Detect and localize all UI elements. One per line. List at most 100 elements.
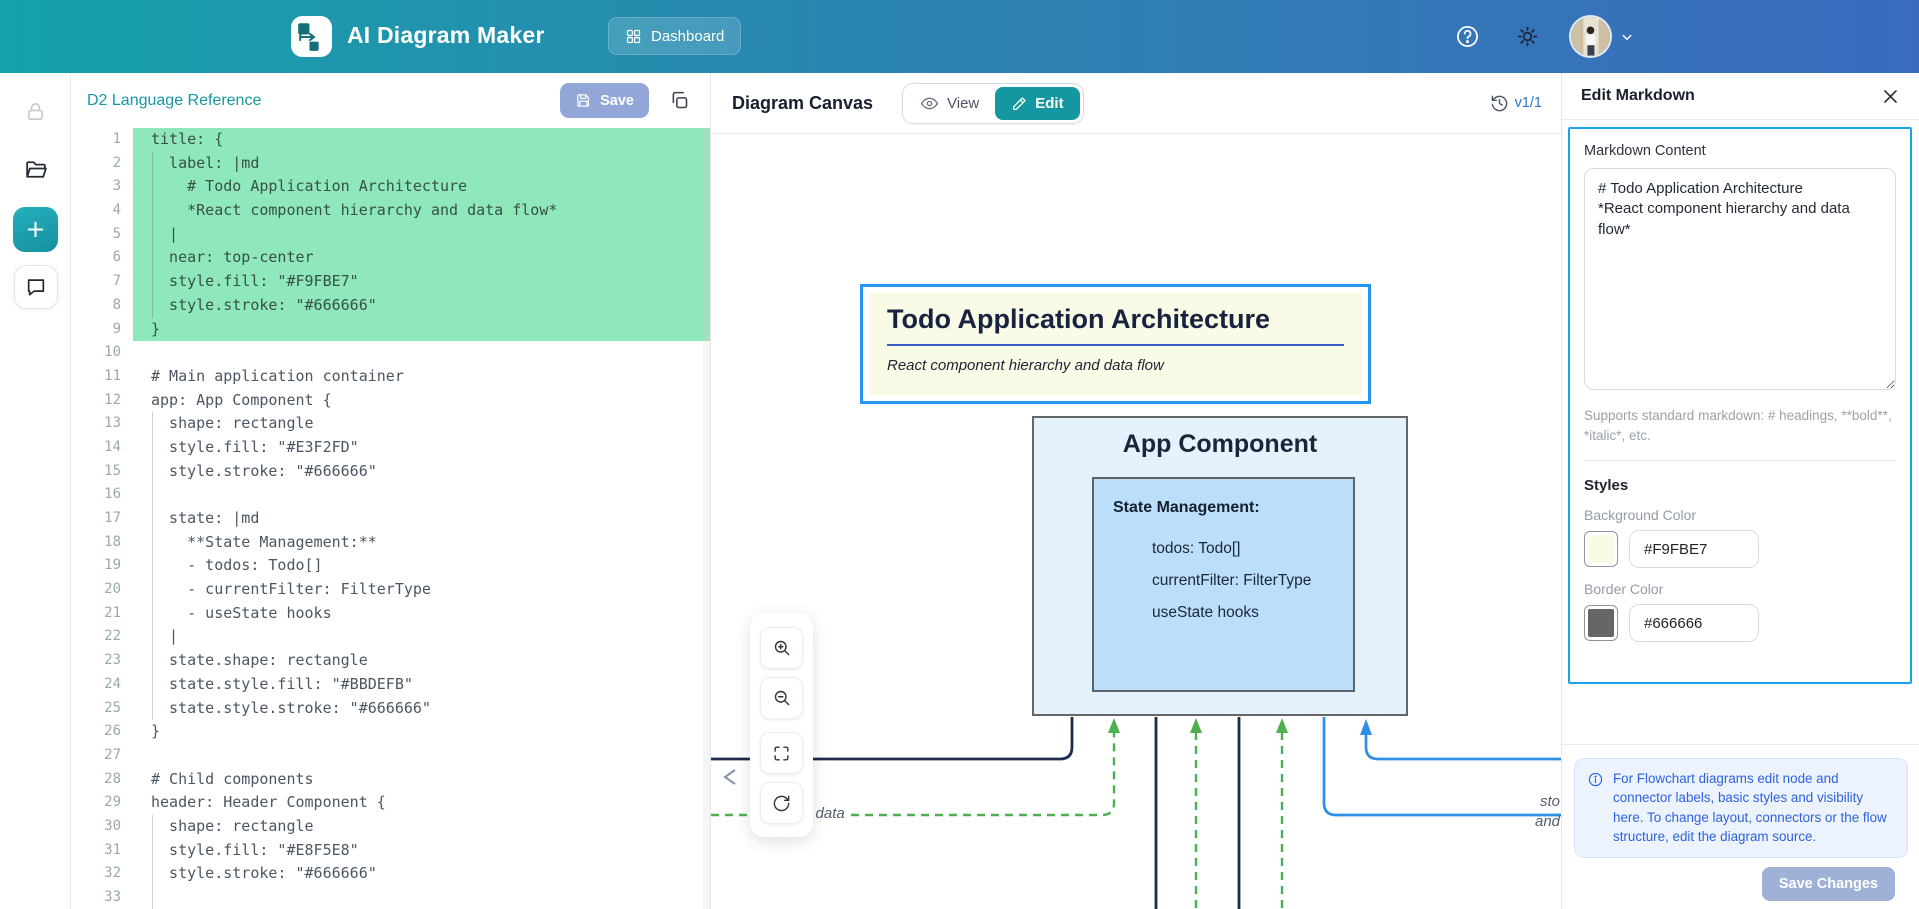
code-line[interactable]: 28 # Child components	[71, 768, 710, 792]
code-line[interactable]: 6 near: top-center	[71, 246, 710, 270]
code-line[interactable]: 15 style.stroke: "#666666"	[71, 460, 710, 484]
code-line[interactable]: 26 }	[71, 720, 710, 744]
code-line[interactable]: 29 header: Header Component {	[71, 791, 710, 815]
line-number: 11	[71, 365, 133, 389]
section-divider	[1584, 460, 1896, 461]
line-content	[133, 744, 710, 768]
line-number: 6	[71, 246, 133, 270]
code-line[interactable]: 11 # Main application container	[71, 365, 710, 389]
eye-icon	[920, 94, 939, 113]
code-line[interactable]: 5 |	[71, 223, 710, 247]
edge-label-right1: sto	[1540, 793, 1560, 810]
fit-view-button[interactable]	[760, 732, 803, 774]
state-items: todos: Todo[] currentFilter: FilterType …	[1094, 533, 1353, 629]
line-number: 25	[71, 697, 133, 721]
line-number: 2	[71, 152, 133, 176]
help-icon[interactable]	[1455, 24, 1480, 49]
markdown-content-label: Markdown Content	[1584, 143, 1896, 159]
code-line[interactable]: 2 label: |md	[71, 152, 710, 176]
line-content: # Main application container	[133, 365, 710, 389]
dashboard-button[interactable]: Dashboard	[608, 17, 741, 55]
user-avatar[interactable]	[1571, 17, 1610, 56]
app-component-node[interactable]: App Component State Management: todos: T…	[1032, 416, 1408, 716]
view-edit-toggle: View Edit	[902, 83, 1084, 124]
code-line[interactable]: 27	[71, 744, 710, 768]
line-number: 27	[71, 744, 133, 768]
panel-title: Edit Markdown	[1581, 87, 1873, 105]
editor-scrollbar[interactable]	[703, 128, 710, 909]
code-line[interactable]: 7 style.fill: "#F9FBE7"	[71, 270, 710, 294]
background-color-swatch[interactable]	[1584, 531, 1618, 567]
code-line[interactable]: 22 |	[71, 625, 710, 649]
files-button[interactable]	[0, 157, 71, 182]
code-line[interactable]: 21 - useState hooks	[71, 602, 710, 626]
chevron-down-icon[interactable]	[1618, 28, 1636, 46]
code-line[interactable]: 12 app: App Component {	[71, 389, 710, 413]
title-node: Todo Application Architecture React comp…	[869, 293, 1362, 395]
line-number: 15	[71, 460, 133, 484]
code-line[interactable]: 14 style.fill: "#E3F2FD"	[71, 436, 710, 460]
line-content: }	[133, 720, 710, 744]
code-line[interactable]: 23 state.shape: rectangle	[71, 649, 710, 673]
code-line[interactable]: 8 style.stroke: "#666666"	[71, 294, 710, 318]
code-line[interactable]: 33	[71, 886, 710, 909]
code-line[interactable]: 9 }	[71, 318, 710, 342]
lock-button[interactable]	[0, 100, 71, 123]
canvas-viewport[interactable]: Todo Application Architecture React comp…	[711, 134, 1561, 909]
code-line[interactable]: 4 *React component hierarchy and data fl…	[71, 199, 710, 223]
floppy-icon	[575, 92, 592, 109]
zoom-out-button[interactable]	[760, 677, 803, 719]
save-button[interactable]: Save	[560, 83, 649, 118]
code-line[interactable]: 31 style.fill: "#E8F5E8"	[71, 839, 710, 863]
grid-icon	[625, 28, 642, 45]
version-label: v1/1	[1515, 95, 1542, 111]
view-tab[interactable]: View	[906, 87, 993, 120]
version-history[interactable]: v1/1	[1490, 94, 1542, 113]
code-line[interactable]: 18 **State Management:**	[71, 531, 710, 555]
state-node[interactable]: State Management: todos: Todo[] currentF…	[1092, 477, 1355, 692]
code-line[interactable]: 20 - currentFilter: FilterType	[71, 578, 710, 602]
info-callout: For Flowchart diagrams edit node and con…	[1574, 758, 1908, 858]
folder-open-icon	[23, 157, 48, 182]
panel-header: Edit Markdown	[1562, 73, 1919, 120]
border-color-input[interactable]	[1629, 604, 1759, 642]
close-panel-button[interactable]	[1873, 79, 1907, 113]
zoom-in-icon	[772, 638, 792, 658]
chat-button[interactable]	[14, 265, 58, 309]
edge-label-right2: and	[1535, 813, 1560, 830]
plus-icon	[24, 218, 47, 241]
zoom-out-icon	[772, 688, 792, 708]
code-line[interactable]: 30 shape: rectangle	[71, 815, 710, 839]
code-line[interactable]: 3 # Todo Application Architecture	[71, 175, 710, 199]
line-number: 10	[71, 341, 133, 365]
title-node-selected[interactable]: Todo Application Architecture React comp…	[860, 284, 1371, 404]
border-color-swatch[interactable]	[1584, 605, 1618, 641]
zoom-controls	[750, 613, 813, 837]
reset-view-button[interactable]	[760, 782, 803, 824]
line-content: shape: rectangle	[133, 412, 710, 436]
code-line[interactable]: 32 style.stroke: "#666666"	[71, 862, 710, 886]
code-line[interactable]: 16	[71, 483, 710, 507]
code-line[interactable]: 17 state: |md	[71, 507, 710, 531]
background-color-input[interactable]	[1629, 530, 1759, 568]
line-content: title: {	[133, 128, 710, 152]
border-color-label: Border Color	[1584, 581, 1896, 597]
code-line[interactable]: 19 - todos: Todo[]	[71, 554, 710, 578]
markdown-content-input[interactable]: # Todo Application Architecture *React c…	[1584, 168, 1896, 390]
diagram-title-text: Todo Application Architecture	[887, 301, 1344, 337]
code-line[interactable]: 1 title: {	[71, 128, 710, 152]
code-line[interactable]: 10	[71, 341, 710, 365]
title-divider	[887, 344, 1344, 346]
code-line[interactable]: 25 state.style.stroke: "#666666"	[71, 697, 710, 721]
state-node-title: State Management:	[1094, 499, 1353, 517]
zoom-in-button[interactable]	[760, 627, 803, 669]
code-line[interactable]: 13 shape: rectangle	[71, 412, 710, 436]
theme-toggle-sun-icon[interactable]	[1515, 24, 1540, 49]
copy-button[interactable]	[664, 86, 694, 116]
edit-tab[interactable]: Edit	[995, 87, 1079, 120]
state-item: todos: Todo[]	[1094, 533, 1353, 565]
code-line[interactable]: 24 state.style.fill: "#BBDEFB"	[71, 673, 710, 697]
save-changes-button[interactable]: Save Changes	[1762, 867, 1895, 901]
line-number: 18	[71, 531, 133, 555]
new-diagram-button[interactable]	[13, 207, 58, 252]
